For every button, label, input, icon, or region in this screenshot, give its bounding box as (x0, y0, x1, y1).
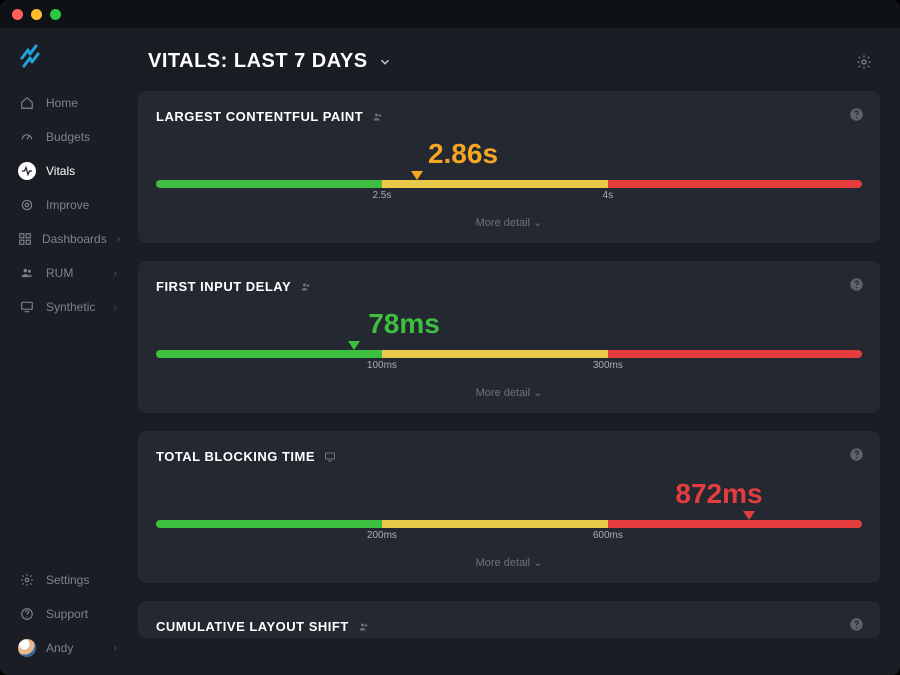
chevron-down-icon: ⌄ (533, 387, 542, 399)
more-detail-button[interactable]: More detail ⌄ (156, 210, 862, 233)
threshold-tick: 200ms (367, 530, 397, 541)
value-marker (743, 511, 755, 520)
sidebar-item-label: Dashboards (42, 232, 107, 246)
users-icon (299, 281, 313, 293)
threshold-bar: 2.5s 4s (156, 172, 862, 210)
sidebar-bottom: Settings Support Andy › (0, 563, 127, 665)
sidebar-item-label: Andy (46, 641, 73, 655)
chevron-right-icon: › (114, 268, 117, 279)
help-icon[interactable] (849, 447, 864, 462)
sidebar-item-label: RUM (46, 266, 73, 280)
monitor-icon (323, 451, 337, 463)
bar-segment-poor (608, 350, 862, 358)
bar-segment-poor (608, 180, 862, 188)
sidebar-item-label: Budgets (46, 130, 90, 144)
bar-segment-ni (382, 180, 608, 188)
app-window: Home Budgets Vitals (0, 0, 900, 675)
content-scroll[interactable]: LARGEST CONTENTFUL PAINT 2.86s (128, 91, 900, 675)
sidebar-item-label: Support (46, 607, 88, 621)
sidebar-item-vitals[interactable]: Vitals (0, 154, 127, 188)
users-icon (357, 621, 371, 633)
threshold-tick: 600ms (593, 530, 623, 541)
metric-value: 872ms (576, 478, 862, 510)
bar-segment-good (156, 180, 382, 188)
bar-segment-good (156, 350, 382, 358)
threshold-tick: 100ms (367, 360, 397, 371)
sidebar-item-label: Synthetic (46, 300, 95, 314)
page-title: VITALS: LAST 7 DAYS (148, 50, 368, 73)
pulse-icon (18, 162, 36, 180)
chevron-right-icon: › (114, 643, 117, 654)
card-title: FIRST INPUT DELAY (156, 279, 291, 294)
page-header: VITALS: LAST 7 DAYS (128, 28, 900, 91)
gauge-icon (18, 128, 36, 146)
sidebar-item-dashboards[interactable]: Dashboards › (0, 222, 127, 256)
target-icon (18, 196, 36, 214)
card-title: TOTAL BLOCKING TIME (156, 449, 315, 464)
sidebar-item-support[interactable]: Support (0, 597, 127, 631)
value-marker (411, 171, 423, 180)
threshold-tick: 300ms (593, 360, 623, 371)
bar-segment-good (156, 520, 382, 528)
gear-icon (18, 571, 36, 589)
sidebar-item-rum[interactable]: RUM › (0, 256, 127, 290)
sidebar: Home Budgets Vitals (0, 28, 128, 675)
sidebar-item-label: Home (46, 96, 78, 110)
chevron-down-icon: ⌄ (533, 557, 542, 569)
metric-card-tbt: TOTAL BLOCKING TIME 872ms (138, 431, 880, 583)
card-title: LARGEST CONTENTFUL PAINT (156, 109, 363, 124)
app-logo[interactable] (0, 42, 127, 86)
bar-segment-ni (382, 520, 608, 528)
window-close-dot[interactable] (12, 9, 23, 20)
threshold-tick: 4s (603, 190, 614, 201)
monitor-icon (18, 298, 36, 316)
home-icon (18, 94, 36, 112)
sidebar-item-user[interactable]: Andy › (0, 631, 127, 665)
help-icon[interactable] (849, 107, 864, 122)
threshold-bar: 200ms 600ms (156, 512, 862, 550)
card-title: CUMULATIVE LAYOUT SHIFT (156, 619, 349, 634)
threshold-bar: 100ms 300ms (156, 342, 862, 380)
user-avatar (18, 639, 36, 657)
metric-value: 78ms (128, 308, 862, 340)
help-icon[interactable] (849, 617, 864, 632)
sidebar-item-improve[interactable]: Improve (0, 188, 127, 222)
help-icon[interactable] (849, 277, 864, 292)
metric-card-cls: CUMULATIVE LAYOUT SHIFT (138, 601, 880, 638)
sidebar-item-label: Settings (46, 573, 89, 587)
sidebar-item-settings[interactable]: Settings (0, 563, 127, 597)
sidebar-item-budgets[interactable]: Budgets (0, 120, 127, 154)
sidebar-item-label: Improve (46, 198, 89, 212)
chevron-down-icon: ⌄ (533, 217, 542, 229)
more-detail-button[interactable]: More detail ⌄ (156, 550, 862, 573)
page-settings-button[interactable] (856, 54, 872, 70)
window-zoom-dot[interactable] (50, 9, 61, 20)
chevron-down-icon[interactable] (378, 55, 392, 69)
sidebar-item-home[interactable]: Home (0, 86, 127, 120)
metric-value: 2.86s (128, 138, 862, 170)
sidebar-nav: Home Budgets Vitals (0, 86, 127, 324)
users-icon (18, 264, 36, 282)
window-titlebar (0, 0, 900, 28)
sidebar-item-label: Vitals (46, 164, 75, 178)
sidebar-item-synthetic[interactable]: Synthetic › (0, 290, 127, 324)
chevron-right-icon: › (114, 302, 117, 313)
bar-segment-poor (608, 520, 862, 528)
bar-segment-ni (382, 350, 608, 358)
metric-card-lcp: LARGEST CONTENTFUL PAINT 2.86s (138, 91, 880, 243)
help-icon (18, 605, 36, 623)
window-minimize-dot[interactable] (31, 9, 42, 20)
more-detail-button[interactable]: More detail ⌄ (156, 380, 862, 403)
metric-card-fid: FIRST INPUT DELAY 78ms (138, 261, 880, 413)
chevron-right-icon: › (117, 234, 120, 245)
dashboard-icon (18, 230, 32, 248)
threshold-tick: 2.5s (372, 190, 391, 201)
users-icon (371, 111, 385, 123)
value-marker (348, 341, 360, 350)
main: VITALS: LAST 7 DAYS LARGEST CONTENTFUL P… (128, 28, 900, 675)
